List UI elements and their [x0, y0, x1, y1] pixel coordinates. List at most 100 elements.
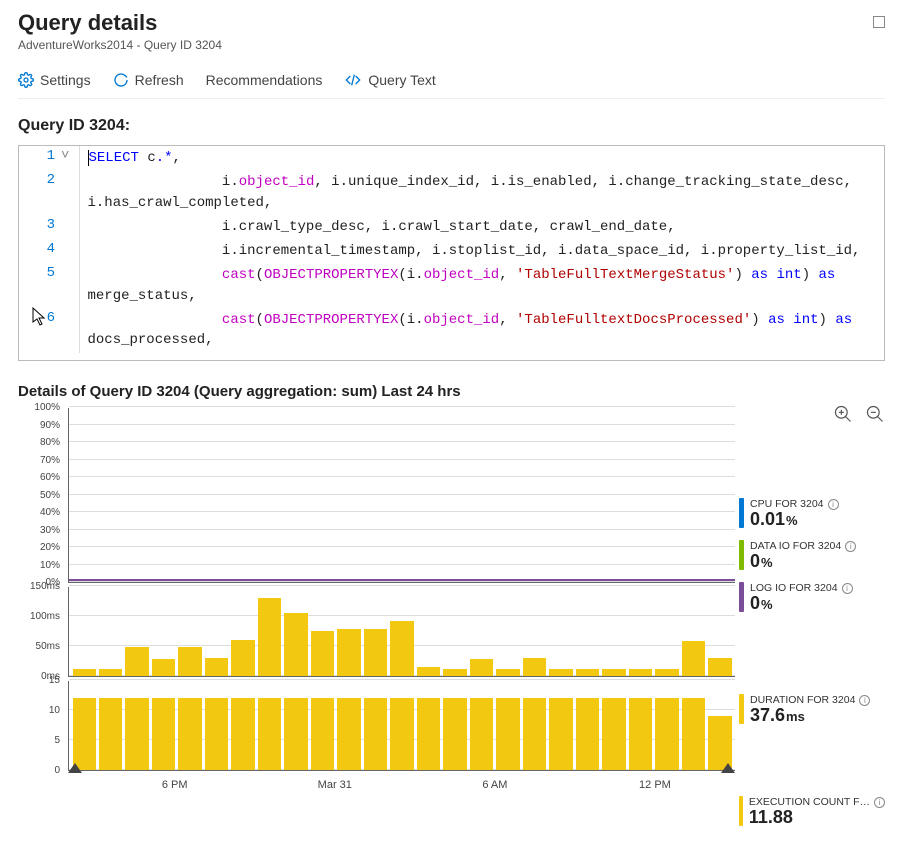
fold-gutter[interactable]: ˅: [61, 146, 79, 170]
chart-panel[interactable]: 0%10%20%30%40%50%60%70%80%90%100%: [68, 408, 735, 583]
y-tick-label: 70%: [40, 455, 60, 466]
legend-item-duration[interactable]: DURATION FOR 3204i37.6ms: [739, 694, 885, 724]
zoom-out-icon[interactable]: [865, 404, 885, 424]
chart-bar[interactable]: [390, 621, 413, 676]
chart-bar[interactable]: [125, 698, 148, 770]
chart-bar[interactable]: [284, 613, 307, 676]
code-text[interactable]: i.object_id, i.unique_index_id, i.is_ena…: [79, 170, 884, 215]
chart-bar[interactable]: [443, 669, 466, 676]
legend-color-bar: [739, 796, 743, 826]
info-icon[interactable]: i: [874, 797, 885, 808]
legend-label: DATA IO FOR 3204i: [750, 540, 885, 552]
settings-button[interactable]: Settings: [18, 72, 91, 88]
chart-bar[interactable]: [364, 629, 387, 676]
chart-bar[interactable]: [311, 631, 334, 676]
gear-icon: [18, 72, 34, 88]
chart-bar[interactable]: [629, 669, 652, 676]
chart-bar[interactable]: [470, 698, 493, 770]
legend-item-cpu[interactable]: CPU FOR 3204i0.01%: [739, 498, 885, 528]
code-line[interactable]: 1˅SELECT c.*,: [19, 146, 884, 170]
chart-bar[interactable]: [576, 698, 599, 770]
chart-bar[interactable]: [258, 598, 281, 676]
chart-bar[interactable]: [205, 698, 228, 770]
legend-value: 0.01: [750, 509, 785, 529]
x-tick-label: 6 PM: [162, 779, 188, 791]
code-line[interactable]: 4 i.incremental_timestamp, i.stoplist_id…: [19, 239, 884, 263]
chart-bar[interactable]: [364, 698, 387, 770]
chart-bar[interactable]: [708, 658, 731, 676]
refresh-button[interactable]: Refresh: [113, 72, 184, 88]
code-text[interactable]: SELECT c.*,: [79, 146, 884, 170]
chart-bar[interactable]: [629, 698, 652, 770]
legend-item-exec[interactable]: EXECUTION COUNT F…i11.88: [739, 796, 885, 826]
code-text[interactable]: i.crawl_type_desc, i.crawl_start_date, c…: [79, 215, 884, 239]
legend-color-bar: [739, 694, 744, 724]
legend-item-logio[interactable]: LOG IO FOR 3204i0%: [739, 582, 885, 612]
chart-bar[interactable]: [125, 647, 148, 676]
refresh-label: Refresh: [135, 72, 184, 88]
chart-bar[interactable]: [549, 698, 572, 770]
chart-bar[interactable]: [496, 669, 519, 676]
chart-bar[interactable]: [443, 698, 466, 770]
code-text[interactable]: cast(OBJECTPROPERTYEX(i.object_id, 'Tabl…: [79, 263, 884, 308]
chart-bar[interactable]: [549, 669, 572, 676]
chart-bar[interactable]: [496, 698, 519, 770]
y-tick-label: 90%: [40, 420, 60, 431]
zoom-in-icon[interactable]: [833, 404, 853, 424]
maximize-icon[interactable]: [873, 16, 885, 28]
chart-bar[interactable]: [152, 659, 175, 676]
chart-panel[interactable]: 051015: [68, 681, 735, 771]
chart-panel[interactable]: 0ms50ms100ms150ms: [68, 587, 735, 677]
x-axis: 6 PMMar 316 AM12 PM: [68, 775, 735, 799]
sql-editor[interactable]: 1˅SELECT c.*,2 i.object_id, i.unique_ind…: [18, 145, 885, 361]
chart-bar[interactable]: [152, 698, 175, 770]
code-line[interactable]: 6 cast(OBJECTPROPERTYEX(i.object_id, 'Ta…: [19, 308, 884, 353]
chart-bar[interactable]: [311, 698, 334, 770]
chart-bar[interactable]: [178, 698, 201, 770]
chart-bar[interactable]: [655, 698, 678, 770]
chart-bar[interactable]: [708, 716, 731, 770]
chart-bar[interactable]: [682, 641, 705, 676]
legend-item-dataio[interactable]: DATA IO FOR 3204i0%: [739, 540, 885, 570]
chart-bar[interactable]: [417, 667, 440, 676]
legend-color-bar: [739, 498, 744, 528]
code-text[interactable]: i.incremental_timestamp, i.stoplist_id, …: [79, 239, 884, 263]
info-icon[interactable]: i: [845, 541, 856, 552]
chart-bar[interactable]: [205, 658, 228, 676]
chart-bar[interactable]: [258, 698, 281, 770]
y-tick-label: 100ms: [30, 611, 60, 622]
chart-bar[interactable]: [231, 698, 254, 770]
chart-bar[interactable]: [655, 669, 678, 676]
chart-bar[interactable]: [602, 669, 625, 676]
chart-bar[interactable]: [99, 669, 122, 676]
chart-bar[interactable]: [523, 698, 546, 770]
info-icon[interactable]: i: [828, 499, 839, 510]
chart-bar[interactable]: [523, 658, 546, 676]
x-tick-label: 12 PM: [639, 779, 671, 791]
chart-bar[interactable]: [682, 698, 705, 770]
chart-bar[interactable]: [602, 698, 625, 770]
chart-bar[interactable]: [576, 669, 599, 676]
chart-bar[interactable]: [284, 698, 307, 770]
chart-bar[interactable]: [417, 698, 440, 770]
chart-bar[interactable]: [99, 698, 122, 770]
query-text-button[interactable]: Query Text: [344, 72, 435, 88]
code-line[interactable]: 2 i.object_id, i.unique_index_id, i.is_e…: [19, 170, 884, 215]
range-end-handle[interactable]: [721, 763, 735, 773]
recommendations-button[interactable]: Recommendations: [206, 72, 323, 88]
code-text[interactable]: cast(OBJECTPROPERTYEX(i.object_id, 'Tabl…: [79, 308, 884, 353]
chart-bar[interactable]: [337, 698, 360, 770]
chart-bar[interactable]: [178, 647, 201, 676]
code-line[interactable]: 5 cast(OBJECTPROPERTYEX(i.object_id, 'Ta…: [19, 263, 884, 308]
info-icon[interactable]: i: [842, 583, 853, 594]
chart-bar[interactable]: [390, 698, 413, 770]
range-start-handle[interactable]: [68, 763, 82, 773]
code-line[interactable]: 3 i.crawl_type_desc, i.crawl_start_date,…: [19, 215, 884, 239]
chart-bar[interactable]: [470, 659, 493, 676]
chart-bar[interactable]: [73, 669, 96, 676]
chart-bar[interactable]: [73, 698, 96, 770]
chart-bar[interactable]: [337, 629, 360, 676]
chart-bar[interactable]: [231, 640, 254, 676]
toolbar: Settings Refresh Recommendations Query T…: [18, 64, 885, 99]
info-icon[interactable]: i: [859, 695, 870, 706]
